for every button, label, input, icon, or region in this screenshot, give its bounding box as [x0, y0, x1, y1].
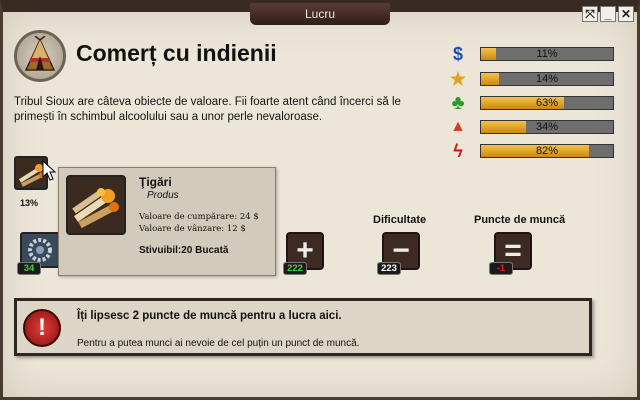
minimize-icon[interactable]: _	[600, 6, 616, 22]
stat-row-motivation: ϟ 82%	[448, 140, 618, 161]
mouse-cursor-icon	[42, 160, 56, 181]
stat-bar-label: 14%	[535, 73, 559, 85]
injury-icon: ϟ	[453, 140, 463, 161]
work-points-count-badge: -1	[489, 262, 513, 275]
product-drop-chance: 13%	[20, 198, 39, 208]
stat-bar: 34%	[480, 120, 614, 134]
stat-row-danger: ▲ 34%	[448, 118, 618, 136]
stat-bar-label: 11%	[536, 48, 558, 60]
plus-count-badge: 222	[283, 262, 307, 275]
message-title: Îți lipsesc 2 puncte de muncă pentru a l…	[77, 310, 342, 322]
stat-bar-label: 34%	[535, 121, 559, 133]
stat-bar: 11%	[480, 47, 614, 61]
close-icon[interactable]: ✕	[618, 6, 634, 22]
stat-bar-label: 82%	[535, 145, 559, 157]
difficulty-label: Dificultate	[373, 214, 427, 226]
stat-row-experience: ★ 14%	[448, 68, 618, 89]
product-stack: Stivuibil:20 Bucată	[139, 245, 229, 256]
cigarettes-icon	[18, 164, 45, 187]
stat-row-luck: ♣ 63%	[448, 91, 618, 114]
job-description: Tribul Sioux are câteva obiecte de valoa…	[14, 96, 401, 123]
work-points-label: Puncte de muncă	[474, 214, 566, 226]
skill-count-badge: 34	[17, 262, 41, 275]
window-title: Lucru	[250, 3, 390, 25]
window-controls: ⤧ _ ✕	[582, 6, 634, 22]
stat-bar: 63%	[480, 96, 614, 110]
product-buy-value: Valoare de cumpărare: 24 $	[139, 212, 259, 222]
tepee-icon	[14, 30, 66, 82]
cigarettes-icon	[66, 175, 126, 235]
product-sell-value: Valoare de vânzare: 12 $	[139, 224, 246, 234]
error-icon: !	[23, 309, 61, 347]
stat-row-money: $ 11%	[448, 43, 618, 64]
settings-icon[interactable]: ⤧	[582, 6, 598, 22]
difficulty-count-badge: 223	[377, 262, 401, 275]
dollar-icon: $	[452, 43, 463, 64]
product-type: Produs	[147, 190, 179, 201]
page-title: Comerț cu indienii	[76, 40, 277, 66]
message-text: Pentru a putea munci ai nevoie de cel pu…	[77, 338, 360, 349]
product-tooltip: Ţigări Produs Valoare de cumpărare: 24 $…	[58, 167, 276, 276]
stat-bar: 82%	[480, 144, 614, 158]
stat-bar-label: 63%	[535, 97, 559, 109]
star-icon: ★	[449, 68, 467, 89]
warning-message: ! Îți lipsesc 2 puncte de muncă pentru a…	[14, 298, 592, 356]
product-name: Ţigări	[139, 175, 172, 189]
stat-bar: 14%	[480, 72, 614, 86]
warning-icon: ▲	[450, 118, 466, 135]
clover-icon: ♣	[451, 91, 465, 114]
